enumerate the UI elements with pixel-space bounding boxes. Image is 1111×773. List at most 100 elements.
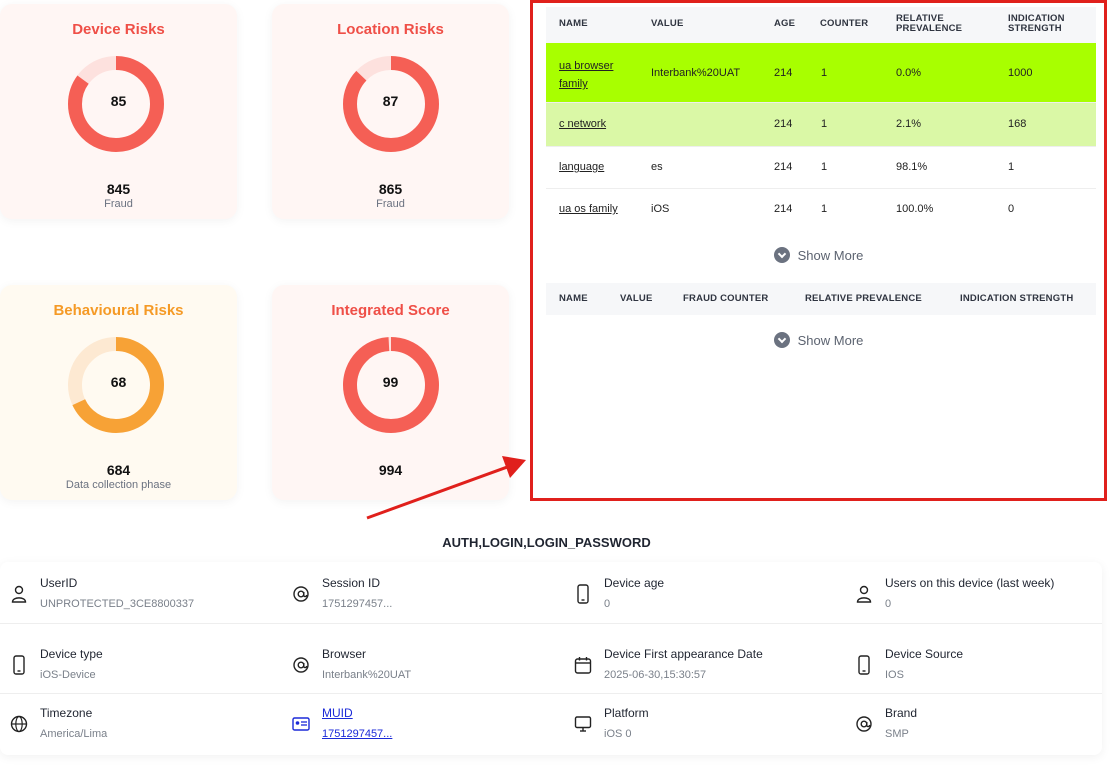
muid-value-link[interactable]: 1751297457... [322,728,392,740]
auth-methods-label: AUTH,LOGIN,LOGIN_PASSWORD [442,535,651,550]
location-risks-card: Location Risks 87 865 Fraud [272,4,509,219]
indicator-value: iOS [651,203,670,215]
indicator-value: Interbank%20UAT [651,67,741,79]
header-age: AGE [774,18,796,29]
indicator-strength: 1 [1008,161,1015,173]
score-status: Data collection phase [65,479,172,491]
device-info-grid: UserID UNPROTECTED_3CE8800337 Session ID… [0,562,1102,755]
indicator-name-link[interactable]: c network [559,118,606,130]
info-label: Device type [40,647,103,661]
indicator-value: es [651,161,663,173]
info-label: Device Source [885,647,964,661]
behavioural-risks-card: Behavioural Risks 68 684 Data collection… [0,285,237,500]
at-icon [293,657,309,673]
info-label: Platform [604,706,649,720]
info-label: Session ID [322,576,381,590]
header-value: VALUE [651,18,684,29]
globe-icon [10,715,28,733]
header-counter: COUNTER [820,18,869,29]
score-count: 684 [106,462,131,478]
info-label: Users on this device (last week) [885,576,1055,590]
indicator-strength: 0 [1008,203,1015,215]
monitor-icon [574,716,592,732]
score-count: 865 [378,181,403,197]
info-value: IOS [885,669,904,681]
score-value: 87 [382,93,399,109]
score-status: Fraud [104,198,133,210]
header-name: NAME [559,18,588,29]
indicator-counter: 1 [821,118,828,130]
indicator-age: 214 [774,67,793,79]
info-device-age: Device age 0 [564,562,822,622]
at-icon [856,716,872,732]
score-value: 99 [382,374,399,390]
show-more-fraud-button[interactable]: Show More [533,332,1104,348]
user-icon [856,585,872,603]
header-relative-prevalence: RELATIVE PREVALENCE [805,293,922,304]
at-icon [293,586,309,602]
score-count: 845 [106,181,131,197]
indicator-name-link[interactable]: language [559,161,604,173]
header-relative-prevalence: RELATIVE PREVALENCE [896,13,963,34]
user-icon [11,585,27,603]
header-name: NAME [559,293,588,304]
info-label: Browser [322,647,367,661]
indicator-counter: 1 [821,203,828,215]
info-first-appearance: Device First appearance Date 2025-06-30,… [564,633,822,693]
indicators-panel: NAME VALUE AGE COUNTER RELATIVE PREVALEN… [530,0,1107,501]
table-row: language es 214 1 98.1% 1 [546,147,1096,189]
fraud-table-header: NAME VALUE FRAUD COUNTER RELATIVE PREVAL… [546,283,1096,315]
header-fraud-counter: FRAUD COUNTER [683,293,769,304]
annotation-arrow [366,456,526,520]
muid-link[interactable]: MUID [322,706,353,720]
table-row: ua browser family Interbank%20UAT 214 1 … [546,43,1096,103]
calendar-icon [574,657,592,674]
header-indication-strength: INDICATION STRENGTH [1008,13,1065,34]
indicator-prevalence: 0.0% [896,67,922,79]
info-label: Device age [604,576,665,590]
info-label: Timezone [40,706,93,720]
info-device-source: Device Source IOS [845,633,1103,693]
info-users-on-device: Users on this device (last week) 0 [845,562,1103,622]
show-more-indicators-button[interactable]: Show More [533,247,1104,263]
info-device-type: Device type iOS-Device [0,633,258,693]
card-title: Location Risks [337,21,444,38]
indicators-table-header: NAME VALUE AGE COUNTER RELATIVE PREVALEN… [546,7,1096,43]
indicator-prevalence: 100.0% [896,203,934,215]
row-divider [0,623,1102,624]
indicator-age: 214 [774,118,793,130]
phone-icon [13,655,25,675]
indicator-age: 214 [774,161,793,173]
info-value: SMP [885,728,909,740]
phone-icon [858,655,870,675]
indicator-strength: 168 [1008,118,1027,130]
show-more-label: Show More [797,248,864,263]
chevron-down-icon [773,247,790,263]
info-value: 0 [604,598,611,610]
info-value: Interbank%20UAT [322,669,412,681]
indicator-strength: 1000 [1008,67,1033,79]
phone-icon [577,584,589,604]
indicator-counter: 1 [821,67,828,79]
indicator-name-link[interactable]: ua browser family [559,57,637,93]
info-userid: UserID UNPROTECTED_3CE8800337 [0,562,258,622]
info-value: iOS 0 [604,728,632,740]
info-browser: Browser Interbank%20UAT [282,633,540,693]
info-label: UserID [40,576,78,590]
score-status: Fraud [376,198,405,210]
table-row: c network 214 1 2.1% 168 [546,103,1096,147]
info-value: iOS-Device [40,669,96,681]
info-value: 1751297457... [322,598,393,610]
card-title: Behavioural Risks [53,302,184,319]
score-value: 85 [110,93,127,109]
id-card-icon [292,717,310,731]
info-session-id: Session ID 1751297457... [282,562,540,622]
card-title: Integrated Score [331,302,450,319]
info-muid[interactable]: MUID 1751297457... [282,692,540,752]
info-label: Device First appearance Date [604,647,763,661]
info-platform: Platform iOS 0 [564,692,822,752]
card-title: Device Risks [72,21,165,38]
info-value: 0 [885,598,892,610]
info-value: America/Lima [40,728,108,740]
indicator-name-link[interactable]: ua os family [559,203,618,215]
